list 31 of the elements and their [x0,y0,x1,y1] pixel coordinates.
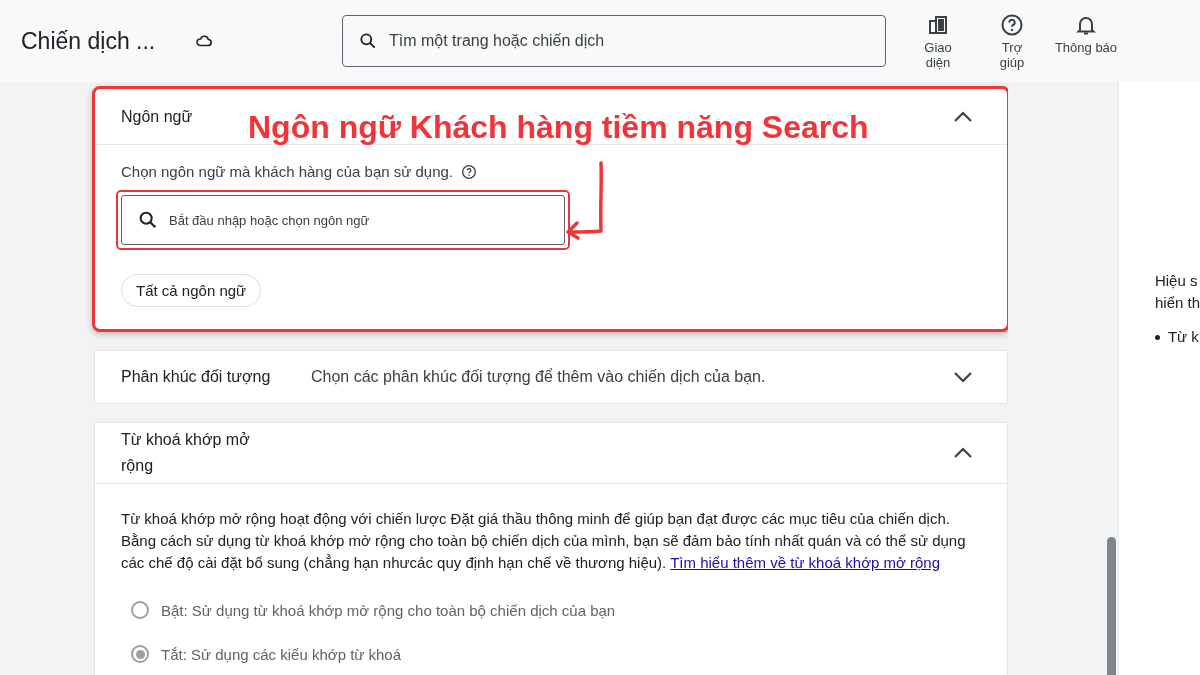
description-text: Chọn ngôn ngữ mà khách hàng của bạn sử dụng. [121,163,453,180]
toolbar-button[interactable]: Thông báo [1052,12,1120,70]
help-icon [1000,12,1024,37]
learn-more-link[interactable]: Tìm hiểu thêm về từ khoá khớp mở rộng [670,554,940,571]
option-label: Bật: Sử dụng từ khoá khớp mở rộng cho toàn bộ chiến dịch của bạn [161,601,616,619]
toolbar-button[interactable]: Giao diện [904,12,972,70]
panel-text: hiển th [1154,293,1200,313]
cloud-icon [196,35,212,47]
radio-button[interactable] [131,645,149,663]
radio-button[interactable] [131,601,149,619]
panel-text: Từ k [1167,327,1199,347]
language-search-field[interactable]: Bắt đầu nhập hoặc chọn ngôn ngữ [121,195,565,245]
bullet-icon [1154,334,1160,340]
language-chip[interactable]: Tất cả ngôn ngữ [121,274,262,307]
section-summary: Chọn các phân khúc đối tượng để thêm vào chiến dịch của bạn. [311,368,766,386]
chevron-up-icon [952,110,973,123]
search-icon [137,209,159,231]
search-field[interactable]: Tìm một trang hoặc chiến dịch [342,15,886,67]
scrollbar-thumb[interactable] [1106,537,1116,675]
annotation-text: Ngôn ngữ Khách hàng tiềm năng Search [248,109,869,146]
chevron-down-icon [952,371,973,383]
description-text: Từ khoá khớp mở rộng hoạt động với chiến lược Đặt giá thầu thông minh để giúp bạn đạt được các mục tiêu của chiến dịch. Bằng cách sử dụng từ khoá khớp mở rộng cho toàn bộ chiến dịch của mình, bạn sẽ đảm bảo tính nhất quán và có thể sử dụng các chế độ cài đặt bổ sung (chẳng hạn nhưcác quy định hạn chế về thương hiệu). Tìm hiểu thêm về từ khoá khớp mở rộng [121,509,967,573]
chevron-up-icon [952,447,973,459]
campaign-title: Chiến dịch ... [21,27,157,55]
section-title: Từ khoá khớp mở rộng [121,430,251,476]
section-title: Phân khúc đối tượng [121,367,272,387]
toolbar-button[interactable]: Trợ giúp [978,12,1046,70]
option-label: Tắt: Sử dụng các kiểu khớp từ khoá [161,645,402,663]
help-icon[interactable] [461,163,477,180]
panel-text: Hiệu s [1154,271,1199,291]
search-icon [358,31,378,51]
